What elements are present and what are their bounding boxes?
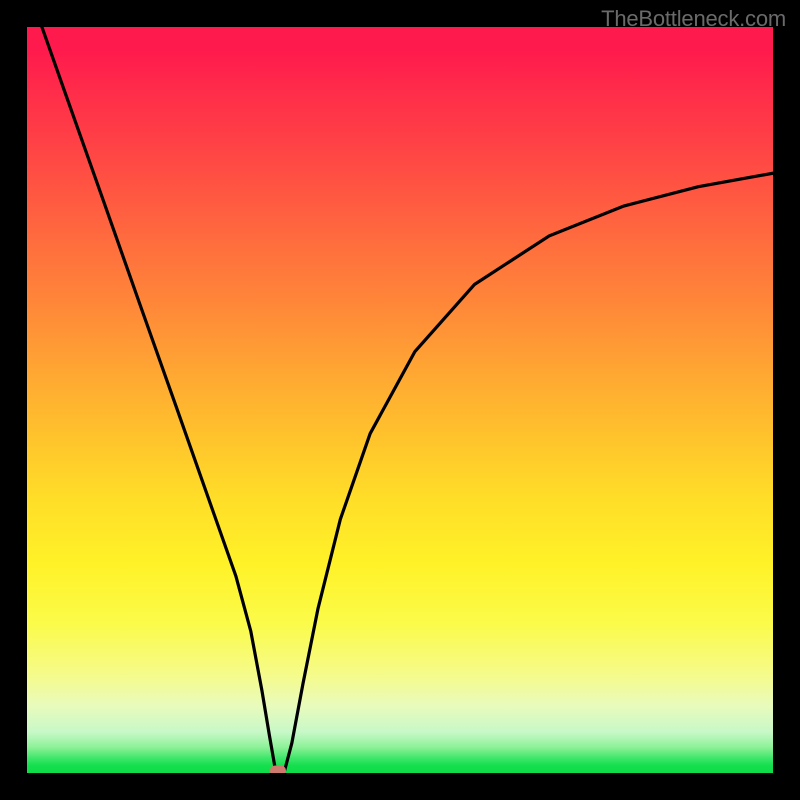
bottleneck-curve <box>27 27 773 773</box>
optimal-point-marker <box>270 765 286 773</box>
watermark-text: TheBottleneck.com <box>601 6 786 32</box>
plot-area <box>27 27 773 773</box>
chart-frame: TheBottleneck.com <box>0 0 800 800</box>
